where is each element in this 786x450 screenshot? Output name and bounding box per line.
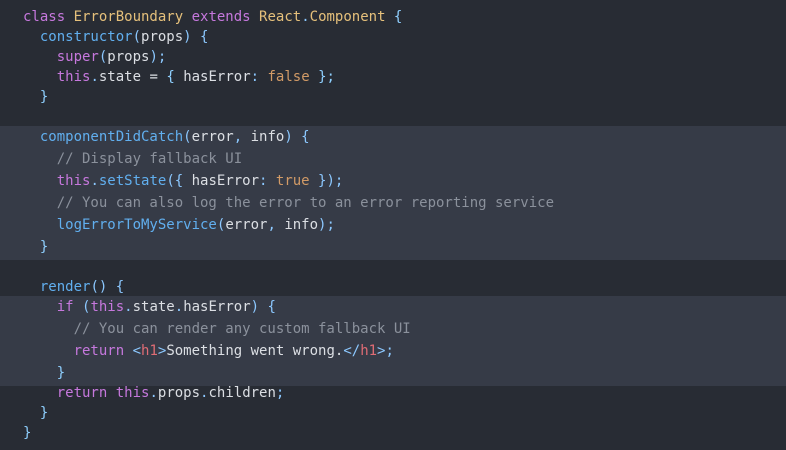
code-token: props (157, 385, 201, 401)
code-token: < (124, 343, 142, 359)
code-token: extends (191, 9, 251, 25)
code-token: ( (73, 299, 91, 315)
code-token: info (250, 129, 285, 145)
code-token: . (301, 9, 310, 25)
code-token: ( (183, 129, 192, 145)
code-line[interactable]: // Display fallback UI (23, 149, 242, 169)
code-token: . (149, 385, 158, 401)
code-token: setState (98, 173, 167, 189)
code-token: = (141, 69, 167, 85)
code-token: () { (90, 279, 125, 295)
code-token: { (166, 69, 175, 85)
code-token: ErrorBoundary (73, 9, 184, 25)
code-token: </ (343, 343, 361, 359)
code-token: ; (275, 385, 285, 401)
code-line[interactable]: // You can also log the error to an erro… (23, 193, 554, 213)
code-token: h1 (141, 343, 158, 359)
code-line[interactable]: return this.props.children; (23, 383, 285, 403)
code-token: this (107, 385, 150, 401)
code-token: . (174, 299, 184, 315)
code-token: }); (309, 173, 344, 189)
code-token: super (23, 49, 99, 65)
code-token: >; (377, 343, 394, 359)
code-token: : (250, 69, 268, 85)
code-token: . (90, 173, 99, 189)
code-token: hasError (183, 299, 251, 315)
code-line[interactable]: return <h1>Something went wrong.</h1>; (23, 341, 394, 361)
code-token: ) { (183, 29, 209, 45)
code-token: componentDidCatch (23, 129, 184, 145)
code-line[interactable]: this.state = { hasError: false }; (23, 67, 335, 87)
code-token: } (23, 405, 49, 421)
code-line[interactable]: // You can render any custom fallback UI (23, 319, 411, 339)
code-token: } (23, 239, 49, 255)
code-token: hasError (174, 69, 251, 85)
code-token: } (23, 425, 32, 441)
code-line[interactable]: } (23, 423, 31, 443)
code-token: return (23, 343, 125, 359)
code-line[interactable]: render() { (23, 277, 124, 297)
code-token: return (23, 385, 108, 401)
code-token: logErrorToMyService (23, 217, 217, 233)
code-token: // You can render any custom fallback UI (23, 321, 411, 337)
code-token: true (275, 173, 310, 189)
code-token: . (124, 299, 133, 315)
code-line[interactable]: constructor(props) { (23, 27, 209, 47)
code-token: error (191, 129, 234, 145)
code-token: // You can also log the error to an erro… (23, 195, 555, 211)
code-token: // Display fallback UI (23, 151, 243, 167)
code-token: state (98, 69, 142, 85)
code-token: ) { (250, 299, 276, 315)
code-token: props (141, 29, 184, 45)
code-editor[interactable]: class ErrorBoundary extends React.Compon… (0, 0, 786, 450)
code-token: { (385, 9, 403, 25)
code-token: this (23, 173, 91, 189)
code-token: Something went wrong. (166, 343, 344, 359)
code-token: } (23, 365, 66, 381)
code-token: children (208, 385, 276, 401)
code-token: . (90, 69, 99, 85)
code-token: ( (132, 29, 142, 45)
code-line[interactable]: } (23, 363, 65, 383)
code-line[interactable]: } (23, 87, 48, 107)
code-token: h1 (360, 343, 378, 359)
code-token: , (267, 217, 285, 233)
code-line[interactable]: logErrorToMyService(error, info); (23, 215, 335, 235)
code-line[interactable]: if (this.state.hasError) { (23, 297, 276, 317)
code-token: hasError (183, 173, 260, 189)
code-line[interactable]: super(props); (23, 47, 167, 67)
code-token: , (233, 129, 251, 145)
code-token: ); (318, 217, 335, 233)
code-token: }; (309, 69, 335, 85)
code-token: ({ (166, 173, 184, 189)
code-line[interactable]: } (23, 237, 48, 257)
code-token: this (90, 299, 125, 315)
code-token: false (267, 69, 310, 85)
code-line[interactable]: class ErrorBoundary extends React.Compon… (23, 7, 402, 27)
code-token: state (132, 299, 175, 315)
code-line[interactable]: } (23, 403, 48, 423)
code-token: info (284, 217, 319, 233)
code-token: Component (309, 9, 386, 25)
code-token: render (23, 279, 91, 295)
code-token: if (23, 299, 74, 315)
code-line[interactable]: this.setState({ hasError: true }); (23, 171, 344, 191)
code-token: props (107, 49, 150, 65)
code-token: ) { (284, 129, 310, 145)
code-token: } (23, 89, 49, 105)
code-token: this (23, 69, 91, 85)
code-line[interactable]: componentDidCatch(error, info) { (23, 127, 310, 147)
code-token: ); (149, 49, 167, 65)
code-token: : (259, 173, 276, 189)
code-token: error (225, 217, 268, 233)
code-token: React (259, 9, 302, 25)
code-token: class (23, 9, 74, 25)
code-token: constructor (23, 29, 133, 45)
